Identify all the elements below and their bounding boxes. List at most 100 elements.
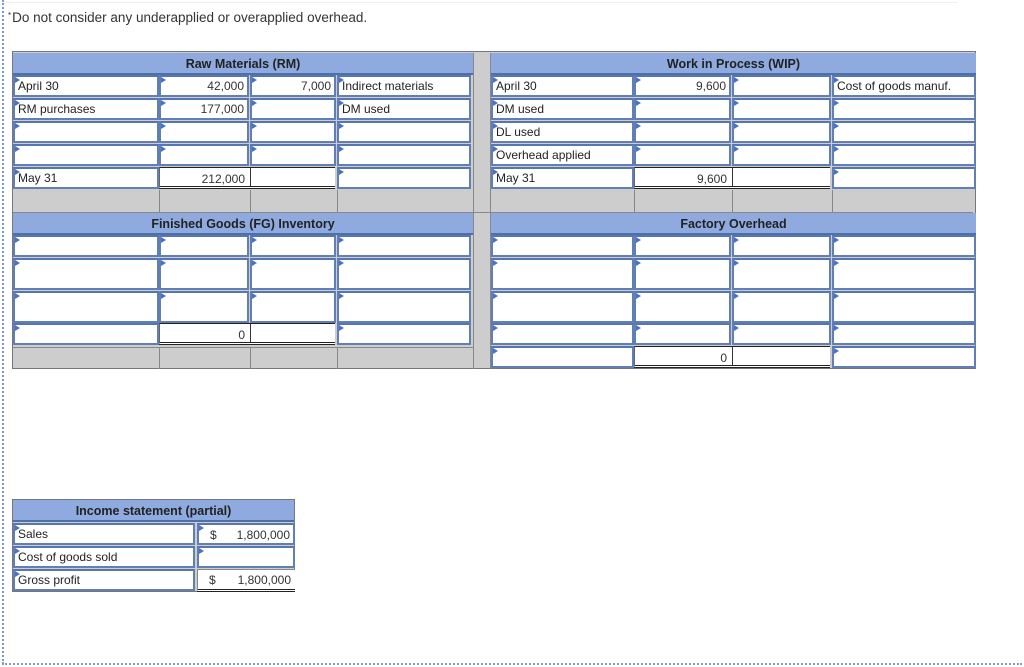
foh-debit-input[interactable] [634,291,731,323]
foh-credit-label[interactable] [832,291,976,323]
fg-debit-input[interactable] [159,235,249,257]
wip-debit-input[interactable] [634,98,731,120]
wip-credit-input[interactable] [732,144,831,166]
rm-ending-label[interactable]: May 31 [13,167,159,189]
wip-row-label[interactable]: Overhead applied [491,144,634,166]
wip-ending-credit-label[interactable] [832,167,976,189]
foh-credit-label[interactable] [832,235,976,257]
foh-row-label[interactable] [491,258,634,290]
wip-row-label[interactable]: DM used [491,98,634,120]
fg-ending-label[interactable] [13,323,159,345]
foh-credit-input[interactable] [732,258,831,290]
wip-credit-input[interactable] [732,75,831,97]
wip-credit-label[interactable] [832,98,976,120]
foh-row-label[interactable] [491,291,634,323]
fg-debit-input[interactable] [159,258,249,290]
input-marker-icon [493,237,498,243]
cell-label: Cost of goods manuf. [837,79,952,93]
income-amount-input[interactable]: $1,800,000 [197,523,295,545]
input-marker-icon [161,77,166,83]
input-marker-icon [252,100,257,106]
wip-row-label[interactable]: April 30 [491,75,634,97]
input-marker-icon [252,146,257,152]
foh-ending-label[interactable] [491,346,634,368]
fg-credit-input[interactable] [250,291,336,323]
fg-ending-credit-label[interactable] [337,323,471,345]
rm-row-label[interactable] [13,144,159,166]
foh-credit-input[interactable] [732,235,831,257]
fg-debit-input[interactable] [159,291,249,323]
rm-credit-input[interactable] [250,98,336,120]
wip-credit-label[interactable]: Cost of goods manuf. [832,75,976,97]
wip-credit-label[interactable] [832,144,976,166]
fg-credit-label[interactable] [337,258,471,290]
input-marker-icon [161,100,166,106]
income-statement-table: Income statement (partial) Sales $1,800,00… [12,499,295,592]
rm-row-label[interactable]: RM purchases [13,98,159,120]
income-row-label[interactable]: Cost of goods sold [13,546,195,568]
rm-credit-label[interactable]: Indirect materials [337,75,471,97]
wip-debit-input[interactable]: 9,600 [634,75,731,97]
wip-debit-input[interactable] [634,144,731,166]
wip-ending-balance: 9,600 [634,167,830,189]
rm-credit-label[interactable]: DM used [337,98,471,120]
cell-label: Indirect materials [342,79,434,93]
wip-ending-label[interactable]: May 31 [491,167,634,189]
rm-row-label[interactable] [13,121,159,143]
rm-ending-credit-label[interactable] [337,167,471,189]
fg-credit-input[interactable] [250,235,336,257]
input-marker-icon [636,77,641,83]
rm-debit-input[interactable]: 177,000 [159,98,249,120]
fg-credit-input[interactable] [250,258,336,290]
foh-credit-label[interactable] [832,258,976,290]
foh-credit-input[interactable] [732,323,831,345]
input-marker-icon [834,293,839,299]
wip-debit-input[interactable] [634,121,731,143]
wip-credit-label[interactable] [832,121,976,143]
fg-ending-balance: 0 [159,323,335,345]
rm-credit-input[interactable] [250,121,336,143]
grid-line [473,53,474,369]
rm-credit-input[interactable]: 7,000 [250,75,336,97]
rm-debit-input[interactable] [159,144,249,166]
cell-amount: 42,000 [207,79,244,93]
rm-debit-input[interactable] [159,121,249,143]
amount-value: 1,800,000 [237,573,291,587]
fg-credit-label[interactable] [337,291,471,323]
ending-divider [250,324,251,342]
income-row-label[interactable]: Gross profit [13,569,195,591]
gross-profit-amount: $1,800,000 [197,569,295,592]
grid-line [634,190,635,212]
fg-row-label[interactable] [13,258,159,290]
cell-label: DM used [496,102,545,116]
fg-row-label[interactable] [13,291,159,323]
rm-credit-label[interactable] [337,144,471,166]
foh-row-label[interactable] [491,235,634,257]
wip-row-label[interactable]: DL used [491,121,634,143]
foh-debit-input[interactable] [634,235,731,257]
fg-row-label[interactable] [13,235,159,257]
rm-row-label[interactable]: April 30 [13,75,159,97]
wip-credit-input[interactable] [732,98,831,120]
income-row-label[interactable]: Sales [13,523,195,545]
input-marker-icon [834,348,839,354]
foh-debit-input[interactable] [634,258,731,290]
cell-label: April 30 [18,79,59,93]
note-marker: * [8,11,12,20]
input-marker-icon [636,100,641,106]
cell-amount: 7,000 [300,79,331,93]
foh-row-label[interactable] [491,323,634,345]
foh-credit-label[interactable] [832,323,976,345]
header-work-in-process: Work in Process (WIP) [491,53,976,75]
input-marker-icon [734,325,739,331]
rm-credit-label[interactable] [337,121,471,143]
income-amount-input[interactable] [197,546,295,568]
wip-credit-input[interactable] [732,121,831,143]
input-marker-icon [734,237,739,243]
foh-credit-input[interactable] [732,291,831,323]
foh-debit-input[interactable] [634,323,731,345]
fg-credit-label[interactable] [337,235,471,257]
rm-debit-input[interactable]: 42,000 [159,75,249,97]
foh-ending-credit-label[interactable] [832,346,976,368]
rm-credit-input[interactable] [250,144,336,166]
